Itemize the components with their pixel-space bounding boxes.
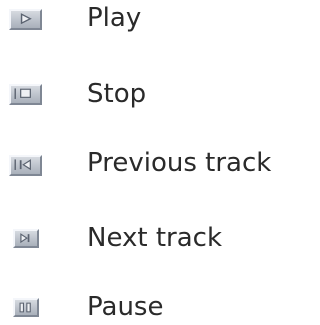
legend-item-play: Play — [0, 0, 273, 36]
play-button[interactable] — [9, 9, 42, 30]
next-track-label: Next track — [87, 223, 223, 253]
previous-track-label: Previous track — [87, 148, 272, 178]
stop-button[interactable] — [9, 84, 42, 105]
legend-item-previous-track: Previous track — [0, 145, 273, 181]
stop-label: Stop — [87, 79, 147, 109]
previous-track-icon — [14, 159, 31, 171]
media-controls-legend: Play Stop Previous track Next track Paus… — [0, 0, 273, 322]
legend-item-next-track: Next track — [0, 220, 273, 256]
legend-item-stop: Stop — [0, 76, 273, 112]
next-track-icon — [20, 233, 30, 244]
previous-track-button[interactable] — [9, 155, 42, 176]
stop-icon — [14, 88, 31, 99]
pause-button[interactable] — [13, 298, 39, 317]
pause-label: Pause — [87, 292, 164, 322]
pause-icon — [19, 302, 31, 313]
legend-item-pause: Pause — [0, 289, 273, 325]
play-label: Play — [87, 3, 142, 33]
play-icon — [20, 13, 32, 25]
next-track-button[interactable] — [13, 229, 39, 248]
